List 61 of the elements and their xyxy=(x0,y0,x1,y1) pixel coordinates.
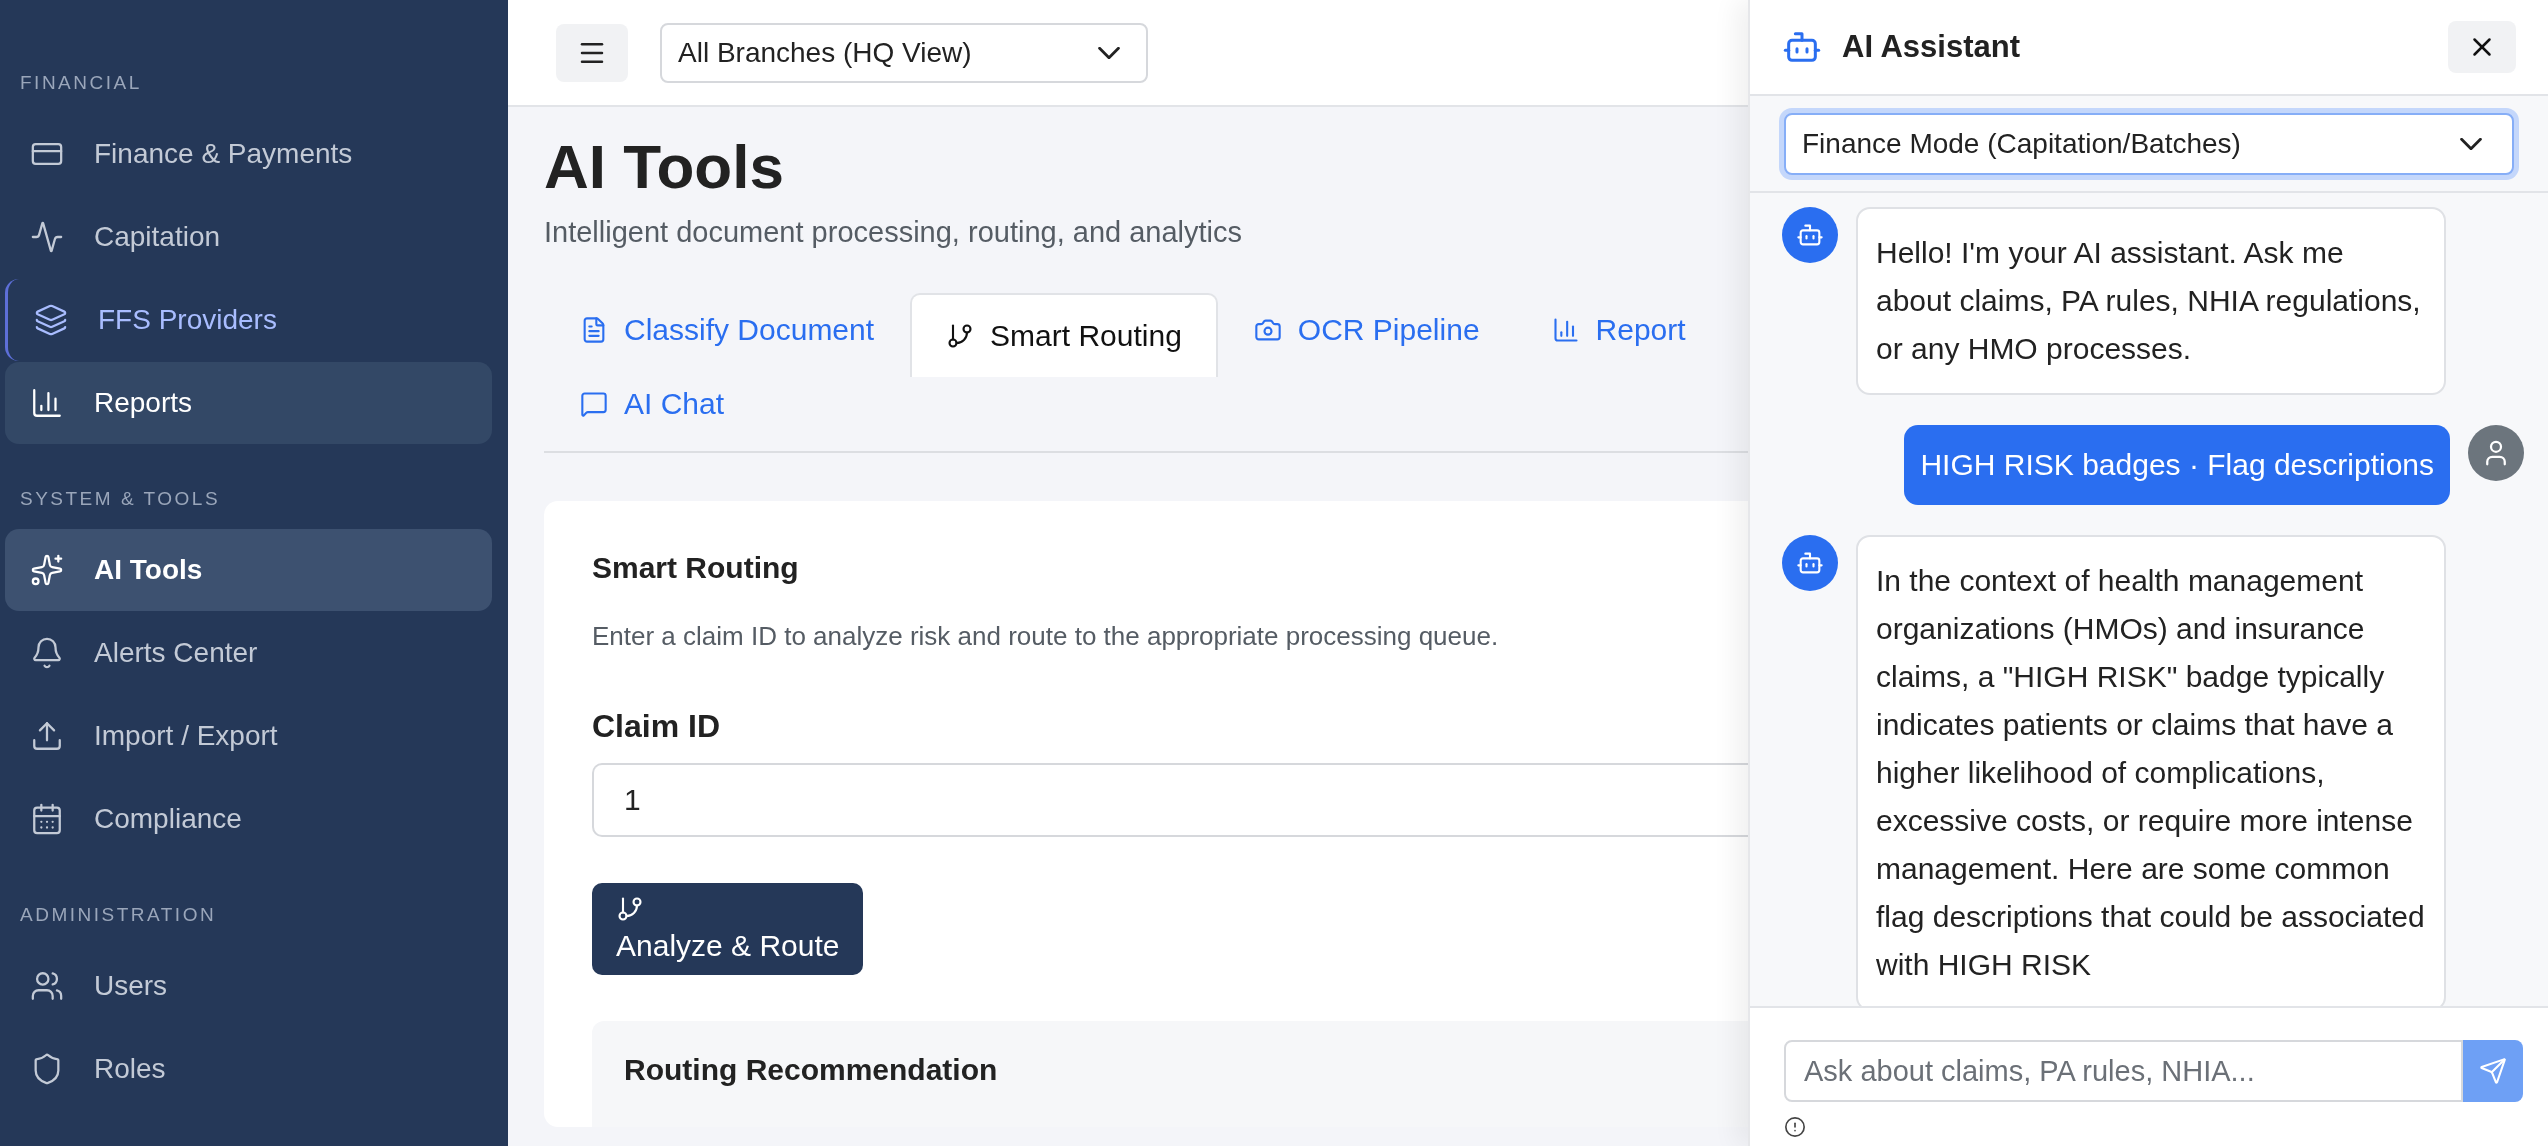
users-icon xyxy=(30,969,64,1003)
close-button[interactable] xyxy=(2448,21,2516,73)
tab[interactable]: Smart Routing xyxy=(910,292,1218,377)
sidebar-item[interactable]: Import / Export xyxy=(5,695,492,777)
sidebar-item[interactable]: Reports xyxy=(5,362,492,444)
tab[interactable]: AI Chat xyxy=(544,366,761,439)
branch-select[interactable]: All Branches (HQ View) xyxy=(660,22,1148,83)
chat-bubble-icon xyxy=(580,389,608,418)
sidebar-item-label: Finance & Payments xyxy=(94,138,353,170)
tab[interactable]: Report xyxy=(1515,292,1722,365)
sidebar-item-label: Users xyxy=(94,970,168,1002)
calendar-icon xyxy=(30,802,64,836)
bot-avatar xyxy=(1782,535,1838,591)
sidebar-item-label: Roles xyxy=(94,1053,166,1085)
send-icon xyxy=(2479,1057,2507,1085)
panel-title: AI Assistant xyxy=(1842,29,2021,65)
user-avatar xyxy=(2468,425,2524,481)
sidebar-item-label: Compliance xyxy=(94,803,242,835)
routing-recommendation-heading: Routing Recommendation xyxy=(592,1020,1748,1127)
claim-id-field[interactable]: 1 xyxy=(592,762,1748,837)
sidebar-item[interactable]: Compliance xyxy=(5,778,492,860)
sidebar-item[interactable]: Capitation xyxy=(5,196,492,278)
upload-icon xyxy=(30,719,64,753)
sidebar-item-label: Alerts Center xyxy=(94,637,258,669)
card-description: Enter a claim ID to analyze risk and route to the appropriate processing queue. xyxy=(592,620,1500,652)
pulse-icon xyxy=(30,220,64,254)
layers-icon xyxy=(34,303,68,337)
sidebar-item[interactable]: Finance & Payments xyxy=(5,113,492,195)
sidebar-item-label: AI Tools xyxy=(94,554,203,586)
sidebar-item-label: FFS Providers xyxy=(98,304,277,336)
bot-avatar xyxy=(1782,207,1838,263)
tab[interactable]: OCR Pipeline xyxy=(1217,292,1516,365)
info-icon xyxy=(1784,1116,1806,1138)
bell-icon xyxy=(30,636,64,670)
assistant-message: In the context of health management organizations (HMOs) and insurance claims, a "HIGH RISK" badge typically indicates patients or claims that have a higher likelihood of complications, excessive costs, or require more intense management. Here are some common flag descriptions that could be associated with HIGH RISK xyxy=(1856,535,2446,1006)
page-title: AI Tools xyxy=(544,131,785,203)
field-label: Claim ID xyxy=(592,707,722,745)
sidebar-item[interactable]: AI Tools xyxy=(5,529,492,611)
sidebar-item[interactable]: Roles xyxy=(5,1028,492,1110)
chevron-down-icon xyxy=(2460,138,2482,150)
sidebar-item-label: Capitation xyxy=(94,221,221,253)
menu-button[interactable] xyxy=(556,23,628,82)
bar-chart-icon xyxy=(1551,315,1580,344)
analyze-route-button[interactable]: Analyze & Route xyxy=(592,882,864,975)
sidebar-item[interactable]: Alerts Center xyxy=(5,612,492,694)
send-button[interactable] xyxy=(2463,1040,2523,1102)
sidebar-item-label: Import / Export xyxy=(94,720,278,752)
card-title: Smart Routing xyxy=(592,550,800,585)
bar-chart-icon xyxy=(30,386,64,420)
section-title: FINANCIAL xyxy=(19,72,143,95)
assistant-message: Hello! I'm your AI assistant. Ask me about claims, PA rules, NHIA regulations, or any HMO processes. xyxy=(1856,207,2446,395)
tab[interactable]: Classify Document xyxy=(544,292,911,365)
chat-input-field[interactable]: Ask about claims, PA rules, NHIA... xyxy=(1784,1040,2463,1102)
page-subtitle: Intelligent document processing, routing, and analytics xyxy=(544,215,1244,249)
chevron-down-icon xyxy=(1098,46,1120,59)
sparkles-icon xyxy=(30,553,64,587)
section-title: ADMINISTRATION xyxy=(19,904,218,927)
user-message: HIGH RISK badges · Flag descriptions xyxy=(1904,425,2450,505)
section-title: SYSTEM & TOOLS xyxy=(19,488,222,511)
sidebar-item-label: Reports xyxy=(94,387,193,419)
sidebar-item[interactable]: Users xyxy=(5,945,492,1027)
